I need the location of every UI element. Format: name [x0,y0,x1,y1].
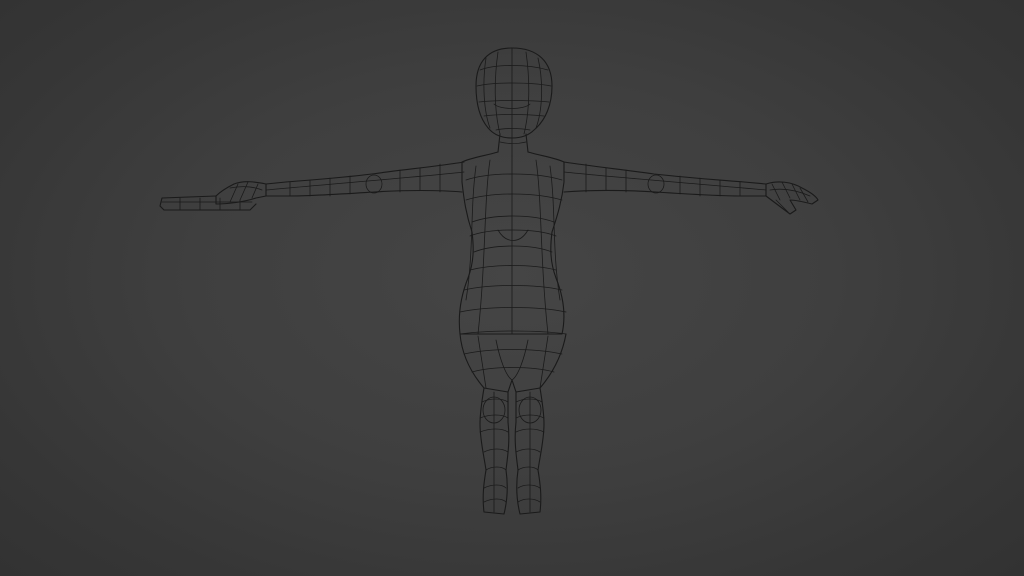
wireframe-character-mesh[interactable] [0,0,1024,576]
3d-viewport[interactable] [0,0,1024,576]
mesh-left-arm [265,161,465,197]
mesh-left-hand [159,181,267,211]
mesh-right-arm [563,161,767,197]
mesh-head [475,47,553,139]
mesh-right-hand [765,181,819,215]
mesh-torso [458,151,567,335]
mesh-pelvis [459,333,567,393]
mesh-right-leg [514,387,545,515]
mesh-left-leg [479,387,510,515]
